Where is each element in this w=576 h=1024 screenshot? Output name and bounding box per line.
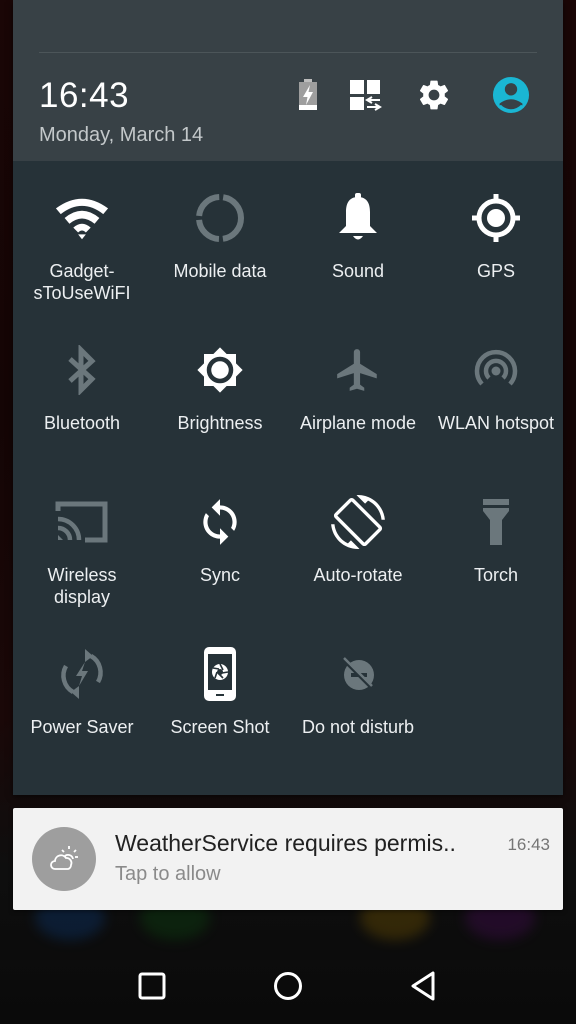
screenshot-icon <box>192 646 248 702</box>
sync-icon <box>192 494 248 550</box>
airplane-icon <box>330 342 386 398</box>
tile-label: Airplane mode <box>299 413 417 433</box>
mobile-data-icon <box>192 190 248 246</box>
tile-label: GPS <box>476 261 515 281</box>
do-not-disturb-icon <box>330 646 386 702</box>
tile-label: Brightness <box>177 413 263 433</box>
tile-brightness[interactable]: Brightness <box>151 330 289 470</box>
home-button[interactable] <box>264 964 312 1008</box>
tile-label: WLAN hotspot <box>437 413 555 433</box>
weather-partly-cloudy-icon <box>32 827 96 891</box>
tile-auto-rotate[interactable]: Auto-rotate <box>289 482 427 622</box>
tile-label: Power Saver <box>30 717 134 737</box>
torch-icon <box>468 494 524 550</box>
tile-label: Gadget- sToUseWiFI <box>33 261 131 303</box>
cast-icon <box>54 494 110 550</box>
tile-bluetooth[interactable]: Bluetooth <box>13 330 151 470</box>
notification-title: WeatherService requires permis.. <box>115 830 456 856</box>
header-divider <box>39 52 537 53</box>
tile-screen-shot[interactable]: Screen Shot <box>151 634 289 774</box>
bluetooth-icon <box>54 342 110 398</box>
notification-time: 16:43 <box>507 835 550 854</box>
gps-location-icon <box>468 190 524 246</box>
edit-tiles-icon[interactable] <box>346 76 384 114</box>
tile-label: Bluetooth <box>43 413 121 433</box>
notification-text: Tap to allow <box>115 863 221 885</box>
quick-settings-panel: 16:43 Monday, March 14 Gadget- sToUseWiF… <box>13 0 563 795</box>
power-saver-icon <box>54 646 110 702</box>
bell-icon <box>330 190 386 246</box>
tile-gps[interactable]: GPS <box>427 178 565 318</box>
settings-gear-icon[interactable] <box>415 76 453 114</box>
tile-airplane-mode[interactable]: Airplane mode <box>289 330 427 470</box>
tile-wifi[interactable]: Gadget- sToUseWiFI <box>13 178 151 318</box>
tile-sync[interactable]: Sync <box>151 482 289 622</box>
tile-mobile-data[interactable]: Mobile data <box>151 178 289 318</box>
tile-label: Wireless display <box>47 565 117 607</box>
tile-label: Mobile data <box>173 261 267 281</box>
tile-label: Sync <box>199 565 241 585</box>
recents-icon <box>138 972 166 1000</box>
notification-card[interactable]: WeatherService requires permis.. 16:43 T… <box>13 808 563 910</box>
tile-power-saver[interactable]: Power Saver <box>13 634 151 774</box>
tile-label: Auto-rotate <box>313 565 403 585</box>
tile-do-not-disturb[interactable]: Do not disturb <box>289 634 427 774</box>
tile-label: Sound <box>331 261 385 281</box>
clock[interactable]: 16:43 <box>39 76 129 116</box>
navigation-bar <box>0 944 576 1024</box>
tile-label: Torch <box>473 565 518 585</box>
tile-sound[interactable]: Sound <box>289 178 427 318</box>
back-icon <box>411 971 435 1001</box>
phone-screen: 16:43 Monday, March 14 Gadget- sToUseWiF… <box>0 0 576 1024</box>
auto-rotate-icon <box>330 494 386 550</box>
tile-wireless-display[interactable]: Wireless display <box>13 482 151 622</box>
user-account-icon[interactable] <box>492 76 530 114</box>
back-button[interactable] <box>400 964 448 1008</box>
tile-wlan-hotspot[interactable]: WLAN hotspot <box>427 330 565 470</box>
recents-button[interactable] <box>128 964 176 1008</box>
tile-label: Screen Shot <box>170 717 270 737</box>
brightness-icon <box>192 342 248 398</box>
hotspot-icon <box>468 342 524 398</box>
home-icon <box>274 972 302 1000</box>
tile-torch[interactable]: Torch <box>427 482 565 622</box>
tile-label: Do not disturb <box>301 717 415 737</box>
battery-charging-icon[interactable] <box>289 76 327 114</box>
date-label[interactable]: Monday, March 14 <box>39 124 203 147</box>
wifi-icon <box>54 190 110 246</box>
quick-settings-header: 16:43 Monday, March 14 <box>13 0 563 161</box>
